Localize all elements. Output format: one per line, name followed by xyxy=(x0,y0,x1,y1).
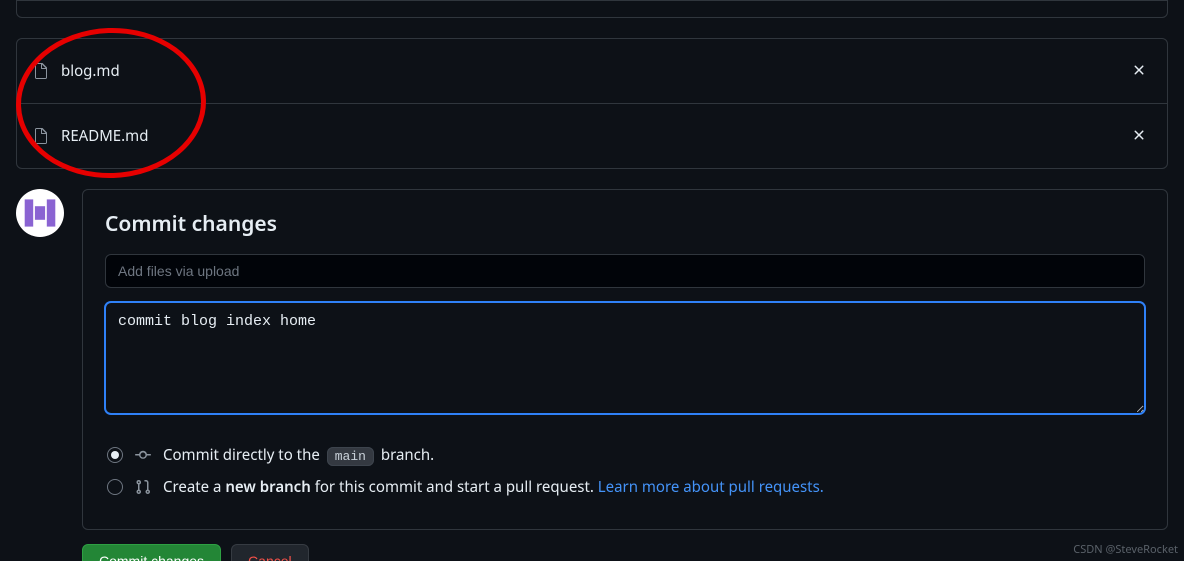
previous-panel-bottom xyxy=(16,0,1168,18)
commit-new-branch-label: Create a new branch for this commit and … xyxy=(163,477,824,497)
branch-tag: main xyxy=(327,447,374,466)
radio-direct[interactable] xyxy=(107,447,123,463)
file-name: blog.md xyxy=(61,61,120,81)
file-icon xyxy=(33,62,49,80)
git-pull-request-icon xyxy=(135,479,151,495)
radio-new-branch[interactable] xyxy=(107,479,123,495)
remove-file-button[interactable] xyxy=(1127,57,1151,85)
commit-changes-button[interactable]: Commit changes xyxy=(82,544,221,561)
commit-description-textarea[interactable] xyxy=(105,302,1145,414)
cancel-button[interactable]: Cancel xyxy=(231,544,309,561)
file-row: README.md xyxy=(17,103,1167,168)
remove-file-button[interactable] xyxy=(1127,122,1151,150)
commit-direct-option[interactable]: Commit directly to the main branch. xyxy=(107,439,1143,471)
commit-new-branch-option[interactable]: Create a new branch for this commit and … xyxy=(107,471,1143,503)
file-name: README.md xyxy=(61,126,148,146)
commit-summary-input[interactable] xyxy=(105,254,1145,288)
commit-direct-label: Commit directly to the main branch. xyxy=(163,445,434,465)
git-commit-icon xyxy=(135,447,151,463)
learn-more-link[interactable]: Learn more about pull requests. xyxy=(598,477,824,497)
file-icon xyxy=(33,127,49,145)
watermark: CSDN @SteveRocket xyxy=(1073,542,1178,557)
user-avatar[interactable] xyxy=(16,189,64,237)
file-row: blog.md xyxy=(17,39,1167,103)
uploaded-files-list: blog.md README.md xyxy=(16,38,1168,169)
commit-form: Commit changes Commit directly to the ma… xyxy=(82,189,1168,530)
commit-form-title: Commit changes xyxy=(105,210,1145,238)
